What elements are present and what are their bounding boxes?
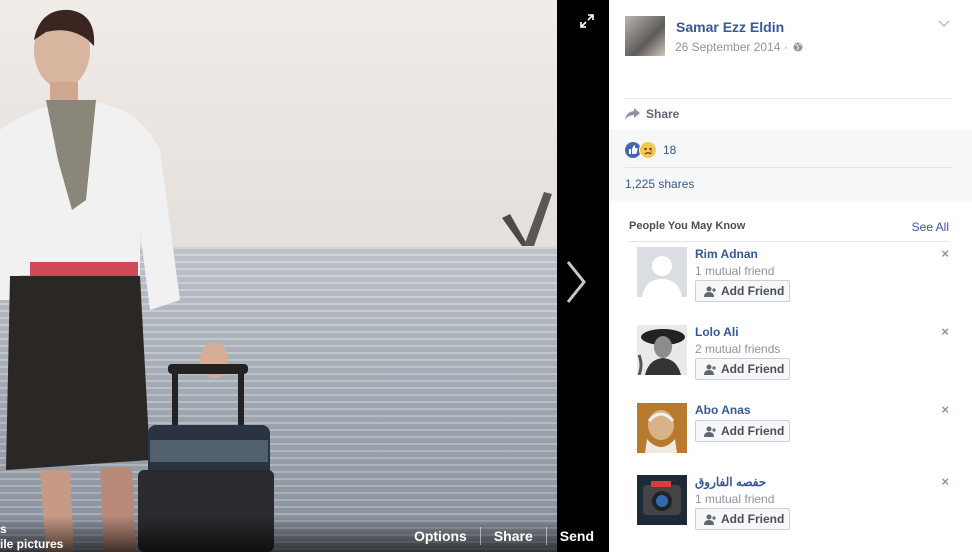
sad-reaction-icon [639,141,657,159]
reactions-summary[interactable]: 18 [625,141,676,159]
dismiss-icon[interactable]: × [941,246,949,261]
post-sidebar: Samar Ezz Eldin 26 September 2014 · Shar… [609,0,972,552]
dismiss-icon[interactable]: × [941,324,949,339]
person-avatar[interactable] [637,325,687,375]
photo-person [0,9,274,552]
reaction-count: 18 [663,143,677,157]
expand-icon[interactable] [580,14,594,28]
options-button[interactable]: Options [401,528,480,544]
person-card: حفصه الفاروق 1 mutual friend Add Friend … [637,474,949,535]
mutual-friends[interactable]: 1 mutual friend [695,264,774,278]
author-avatar[interactable] [625,16,665,56]
add-friend-button[interactable]: Add Friend [695,508,790,530]
person-card: Rim Adnan 1 mutual friend Add Friend × [637,246,949,307]
pymk-title: People You May Know [629,220,746,232]
globe-icon[interactable] [793,42,803,52]
reactions-area: 18 1,225 shares [609,129,972,201]
divider [625,167,952,168]
dismiss-icon[interactable]: × [941,402,949,417]
add-friend-button[interactable]: Add Friend [695,280,790,302]
photo-album-label[interactable]: s ile pictures [0,522,63,552]
add-friend-icon [704,364,716,375]
add-friend-button[interactable]: Add Friend [695,420,790,442]
person-avatar[interactable] [637,403,687,453]
photo-viewer: s ile pictures Options Share Send [0,0,608,552]
shares-count[interactable]: 1,225 shares [625,177,694,191]
person-name[interactable]: حفصه الفاروق [695,475,766,489]
see-all-link[interactable]: See All [912,220,949,234]
photo-album-label-line1: s [0,522,7,536]
post-date[interactable]: 26 September 2014 · [675,40,788,54]
person-card: Abo Anas Add Friend × [637,402,949,463]
share-arrow-icon [625,108,640,120]
pymk-header: People You May Know See All [629,214,949,242]
add-friend-label: Add Friend [721,362,785,376]
post-photo[interactable] [0,0,557,552]
add-friend-button[interactable]: Add Friend [695,358,790,380]
mutual-friends[interactable]: 2 mutual friends [695,342,780,356]
send-button[interactable]: Send [547,528,594,544]
chevron-down-icon[interactable] [938,20,950,28]
add-friend-label: Add Friend [721,424,785,438]
photo-share-button[interactable]: Share [481,528,546,544]
person-name[interactable]: Lolo Ali [695,325,739,339]
add-friend-icon [704,514,716,525]
author-name[interactable]: Samar Ezz Eldin [676,19,784,35]
mutual-friends[interactable]: 1 mutual friend [695,492,774,506]
photo-wreckage [502,192,552,246]
post-header: Samar Ezz Eldin 26 September 2014 · [609,0,972,96]
person-name[interactable]: Rim Adnan [695,247,758,261]
photo-actions: Options Share Send [401,527,594,545]
add-friend-label: Add Friend [721,512,785,526]
person-avatar[interactable] [637,475,687,525]
share-action[interactable]: Share [625,98,952,129]
share-label: Share [646,107,680,121]
person-name[interactable]: Abo Anas [695,403,751,417]
photo-album-label-line2: ile pictures [0,537,64,551]
add-friend-icon [704,426,716,437]
add-friend-label: Add Friend [721,284,785,298]
person-card: Lolo Ali 2 mutual friends Add Friend × [637,324,949,385]
dismiss-icon[interactable]: × [941,474,949,489]
default-avatar[interactable] [637,247,687,297]
post-meta: 26 September 2014 · [675,40,803,54]
next-photo-arrow-icon[interactable] [562,258,590,306]
people-you-may-know: People You May Know See All Rim Adnan 1 … [629,214,949,530]
add-friend-icon [704,286,716,297]
